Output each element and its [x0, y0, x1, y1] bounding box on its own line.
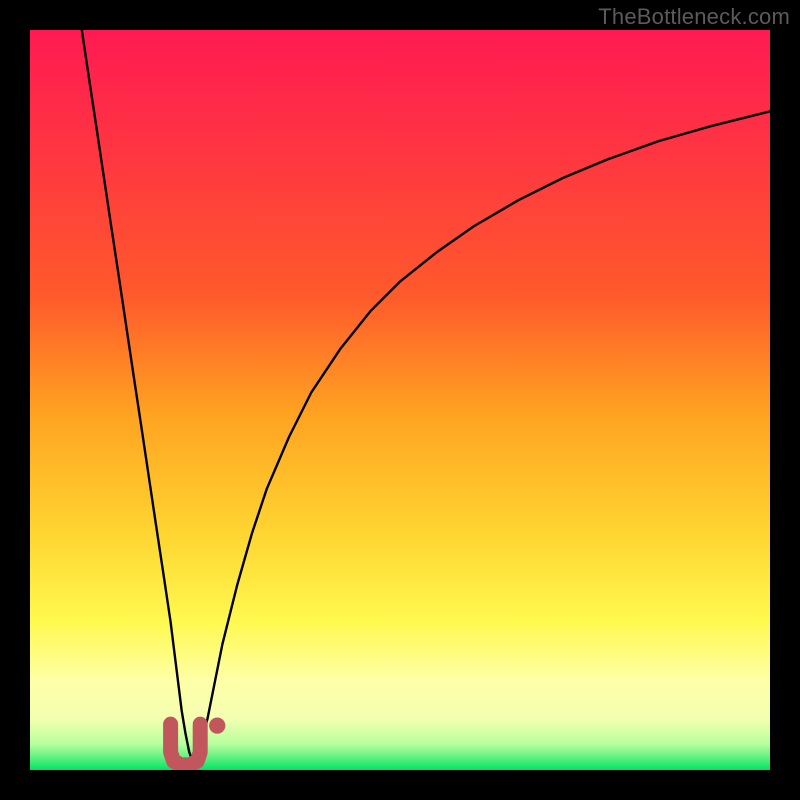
outer-frame: TheBottleneck.com: [0, 0, 800, 800]
chart-svg: [30, 30, 770, 770]
watermark-text: TheBottleneck.com: [598, 4, 790, 30]
plot-area: [30, 30, 770, 770]
marker-dot: [209, 717, 225, 733]
